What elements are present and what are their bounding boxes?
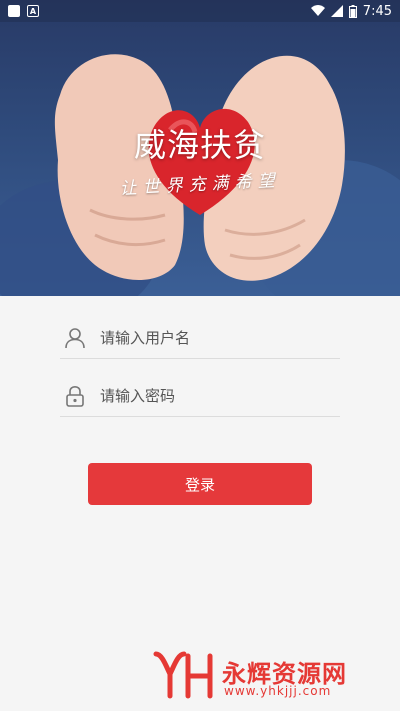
watermark-url: www.yhkjjj.com [224,684,332,698]
login-button[interactable]: 登录 [88,463,312,505]
wifi-icon [310,5,325,16]
lock-icon [66,385,84,407]
notification-square-icon [8,5,20,17]
signal-icon [330,5,343,17]
watermark: 永辉资源网 www.yhkjjj.com [152,648,392,706]
hero-title: 威海扶贫 [133,126,266,164]
password-field[interactable] [60,376,340,417]
username-field[interactable] [60,318,340,359]
clock: 7:45 [362,3,392,19]
battery-icon [348,4,357,18]
a-icon: A [27,5,39,17]
status-bar: A 7:45 [0,0,400,22]
hero-banner: 威海扶贫 让世界充满希望 [0,0,400,296]
user-icon [65,328,85,349]
password-input[interactable] [98,386,332,406]
yh-logo-icon [153,651,213,699]
username-input[interactable] [98,328,332,348]
